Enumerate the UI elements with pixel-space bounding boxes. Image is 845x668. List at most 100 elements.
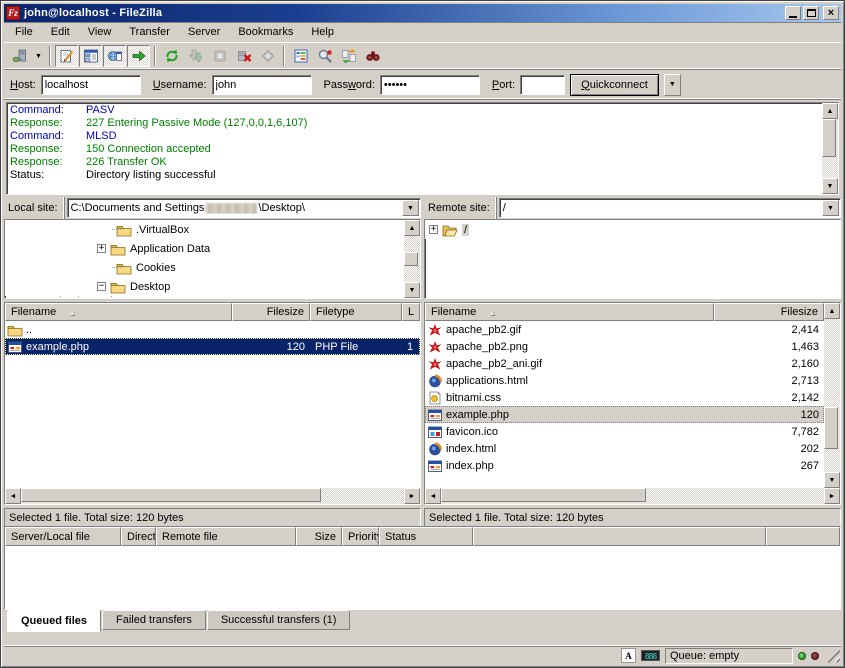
tab-successful-transfers[interactable]: Successful transfers (1) bbox=[207, 610, 351, 630]
expand-icon[interactable]: + bbox=[97, 244, 106, 253]
username-input[interactable] bbox=[212, 75, 312, 95]
toggle-remote-tree-button[interactable] bbox=[103, 45, 126, 67]
toggle-local-tree-button[interactable] bbox=[79, 45, 102, 67]
filter-button[interactable] bbox=[289, 45, 312, 67]
scroll-down-button[interactable]: ▼ bbox=[822, 178, 838, 194]
file-row[interactable]: apache_pb2_ani.gif 2,160 bbox=[425, 355, 824, 372]
toggle-queue-button[interactable] bbox=[127, 45, 150, 67]
reconnect-button[interactable] bbox=[256, 45, 279, 67]
remote-list-scrollbar[interactable]: ▲ ▼ bbox=[824, 303, 840, 488]
message-log-lines: Command:PASV Response:227 Entering Passi… bbox=[7, 103, 822, 194]
menu-bookmarks[interactable]: Bookmarks bbox=[229, 23, 302, 41]
file-row[interactable]: bitnami.css 2,142 bbox=[425, 389, 824, 406]
menu-help[interactable]: Help bbox=[302, 23, 343, 41]
expand-icon[interactable]: + bbox=[429, 225, 438, 234]
scroll-right-button[interactable]: ► bbox=[824, 488, 840, 504]
scroll-up-button[interactable]: ▲ bbox=[824, 303, 840, 319]
menu-view[interactable]: View bbox=[79, 23, 121, 41]
cancel-button[interactable] bbox=[208, 45, 231, 67]
scroll-down-button[interactable]: ▼ bbox=[824, 472, 840, 488]
column-header-lastmodified[interactable]: L bbox=[402, 303, 420, 321]
column-header-size[interactable]: Size bbox=[296, 527, 342, 546]
column-header-filename[interactable]: Filename▲ bbox=[5, 303, 232, 321]
resize-grip[interactable] bbox=[826, 649, 840, 663]
transfer-type-ascii-icon[interactable]: A bbox=[621, 648, 636, 663]
scrollbar-thumb[interactable] bbox=[404, 252, 418, 266]
remote-path-combo[interactable]: / ▼ bbox=[499, 198, 841, 218]
scroll-down-icon: ▼ bbox=[409, 287, 416, 294]
speed-limits-icon[interactable]: 888 bbox=[641, 650, 660, 661]
menu-file[interactable]: File bbox=[6, 23, 42, 41]
scroll-left-button[interactable]: ◄ bbox=[425, 488, 441, 504]
site-manager-button[interactable] bbox=[8, 45, 31, 67]
message-log-scrollbar[interactable]: ▲ ▼ bbox=[822, 103, 838, 194]
column-header-filetype[interactable]: Filetype bbox=[310, 303, 402, 321]
remote-list-hscrollbar[interactable]: ◄ ► bbox=[425, 488, 840, 504]
local-list-hscrollbar[interactable]: ◄ ► bbox=[5, 488, 420, 504]
tree-item-root[interactable]: + / bbox=[425, 220, 840, 239]
collapse-icon[interactable]: − bbox=[97, 282, 106, 291]
remote-list-header: Filename▲ Filesize bbox=[425, 303, 824, 321]
scroll-right-button[interactable]: ► bbox=[404, 488, 420, 504]
column-header-filesize[interactable]: Filesize bbox=[232, 303, 310, 321]
file-row-example-php[interactable]: example.php 120 bbox=[425, 406, 824, 423]
file-row-example-php[interactable]: example.php 120 PHP File 1 bbox=[5, 338, 420, 355]
local-tree-scrollbar[interactable]: ▲ ▼ bbox=[404, 220, 420, 298]
scrollbar-thumb[interactable] bbox=[822, 119, 836, 157]
scrollbar-thumb[interactable] bbox=[21, 488, 321, 502]
file-row[interactable]: applications.html 2,713 bbox=[425, 372, 824, 389]
refresh-button[interactable] bbox=[160, 45, 183, 67]
password-input[interactable] bbox=[380, 75, 480, 95]
quickconnect-dropdown[interactable]: ▼ bbox=[664, 74, 681, 96]
port-input[interactable] bbox=[520, 75, 565, 95]
menu-server[interactable]: Server bbox=[179, 23, 229, 41]
quickconnect-button[interactable]: Quickconnect bbox=[570, 74, 659, 96]
local-path-combo[interactable]: C:\Documents and Settings\Desktop\ ▼ bbox=[67, 198, 421, 218]
tree-item-virtualbox[interactable]: .VirtualBox bbox=[5, 220, 404, 239]
title-bar[interactable]: Fz john@localhost - FileZilla × bbox=[4, 4, 841, 22]
column-header-priority[interactable]: Priority bbox=[342, 527, 379, 546]
tree-item-desktop[interactable]: − Desktop bbox=[5, 277, 404, 296]
file-row[interactable]: apache_pb2.gif 2,414 bbox=[425, 321, 824, 338]
site-manager-dropdown[interactable]: ▼ bbox=[32, 45, 45, 67]
scroll-left-button[interactable]: ◄ bbox=[5, 488, 21, 504]
queue-list-area[interactable] bbox=[5, 546, 840, 609]
scrollbar-thumb[interactable] bbox=[824, 407, 838, 449]
tab-queued-files[interactable]: Queued files bbox=[7, 610, 101, 632]
host-input[interactable] bbox=[41, 75, 141, 95]
process-queue-button[interactable] bbox=[184, 45, 207, 67]
scrollbar-thumb[interactable] bbox=[441, 488, 646, 502]
menu-transfer[interactable]: Transfer bbox=[120, 23, 179, 41]
column-header-status[interactable]: Status bbox=[379, 527, 473, 546]
column-header-filename[interactable]: Filename▲ bbox=[425, 303, 714, 321]
file-row[interactable]: index.php 267 bbox=[425, 457, 824, 474]
maximize-button[interactable] bbox=[803, 6, 819, 20]
scroll-left-icon: ◄ bbox=[430, 493, 437, 500]
synchronized-browsing-button[interactable] bbox=[337, 45, 360, 67]
tree-item-cookies[interactable]: Cookies bbox=[5, 258, 404, 277]
column-header-direction[interactable]: Directi... bbox=[121, 527, 156, 546]
toggle-message-log-button[interactable] bbox=[55, 45, 78, 67]
column-header-server-local-file[interactable]: Server/Local file bbox=[5, 527, 121, 546]
minimize-button[interactable] bbox=[785, 6, 801, 20]
scroll-up-button[interactable]: ▲ bbox=[404, 220, 420, 236]
file-row[interactable]: apache_pb2.png 1,463 bbox=[425, 338, 824, 355]
binoculars-icon bbox=[365, 48, 381, 64]
close-button[interactable]: × bbox=[823, 6, 839, 20]
find-files-button[interactable] bbox=[361, 45, 384, 67]
column-header-remote-file[interactable]: Remote file bbox=[156, 527, 296, 546]
tree-item-application-data[interactable]: + Application Data bbox=[5, 239, 404, 258]
menu-edit[interactable]: Edit bbox=[42, 23, 79, 41]
scroll-up-button[interactable]: ▲ bbox=[822, 103, 838, 119]
file-row[interactable]: favicon.ico 7,782 bbox=[425, 423, 824, 440]
compare-button[interactable] bbox=[313, 45, 336, 67]
parent-directory-row[interactable]: .. bbox=[5, 321, 420, 338]
tab-failed-transfers[interactable]: Failed transfers bbox=[102, 610, 206, 630]
file-row[interactable]: index.html 202 bbox=[425, 440, 824, 457]
disconnect-button[interactable] bbox=[232, 45, 255, 67]
php-file-icon bbox=[7, 340, 23, 354]
column-header-filesize[interactable]: Filesize bbox=[714, 303, 824, 321]
remote-path-dropdown[interactable]: ▼ bbox=[822, 200, 839, 216]
local-path-dropdown[interactable]: ▼ bbox=[402, 200, 419, 216]
scroll-down-button[interactable]: ▼ bbox=[404, 282, 420, 298]
